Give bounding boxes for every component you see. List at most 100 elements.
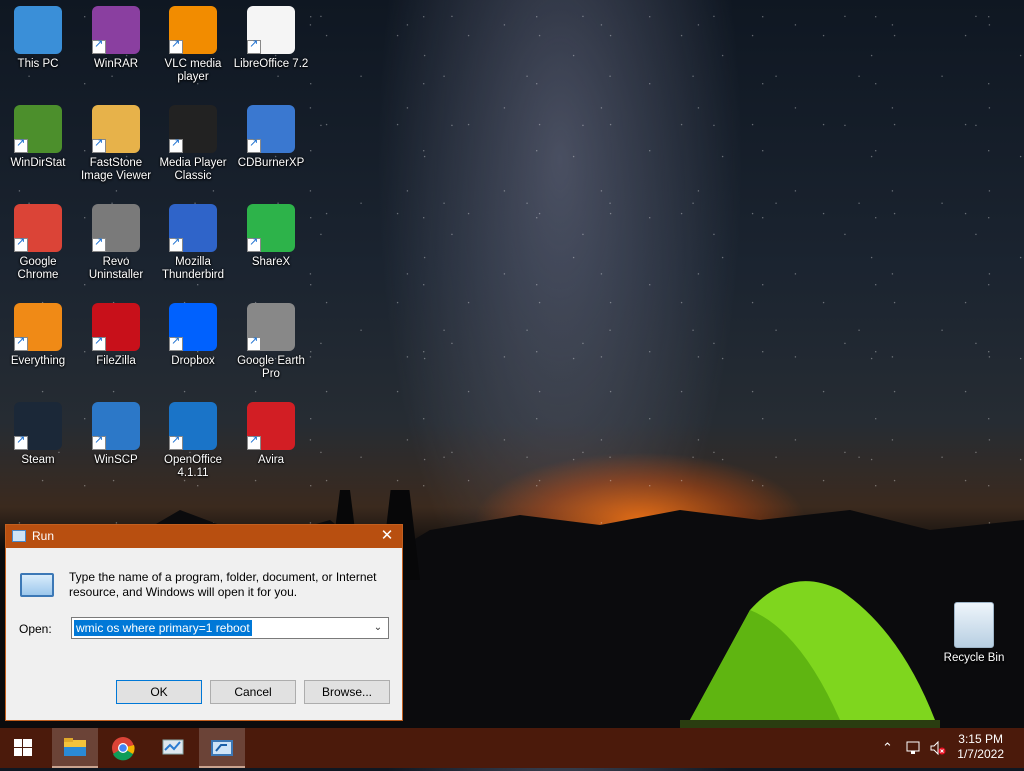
shortcut-arrow-icon: [14, 137, 28, 153]
chrome-icon: [112, 737, 135, 761]
desktop-icon-winrar[interactable]: WinRAR: [78, 6, 154, 71]
everything-icon: [14, 303, 62, 351]
run-icon: [12, 530, 26, 542]
computer-icon: [14, 6, 62, 54]
avira-icon: [247, 402, 295, 450]
desktop-icon-label: OpenOffice 4.1.11: [164, 454, 222, 479]
desktop-icon-cdburnerxp[interactable]: CDBurnerXP: [233, 105, 309, 170]
desktop-icon-recycle-bin[interactable]: Recycle Bin: [936, 602, 1012, 665]
desktop-icon-label: ShareX: [251, 256, 291, 268]
winrar-icon: [92, 6, 140, 54]
shortcut-arrow-icon: [92, 236, 106, 252]
desktop-icon-avira[interactable]: Avira: [233, 402, 309, 467]
vlc-icon: [169, 6, 217, 54]
cancel-button[interactable]: Cancel: [210, 680, 296, 704]
open-combobox[interactable]: wmic os where primary=1 reboot ⌄: [71, 617, 389, 639]
desktop-icon-label: Everything: [10, 355, 66, 367]
run-dialog: Run ✕ Type the name of a program, folder…: [5, 524, 403, 721]
start-icon: [14, 739, 32, 756]
shortcut-arrow-icon: [247, 38, 261, 54]
libreoffice-icon: [247, 6, 295, 54]
file-explorer-icon: [64, 738, 86, 756]
desktop-icon-dropbox[interactable]: Dropbox: [155, 303, 231, 368]
shortcut-arrow-icon: [169, 335, 183, 351]
chevron-down-icon[interactable]: ⌄: [371, 619, 385, 637]
dropbox-icon: [169, 303, 217, 351]
steam-icon: [14, 402, 62, 450]
browse-button[interactable]: Browse...: [304, 680, 390, 704]
shortcut-arrow-icon: [92, 137, 106, 153]
desktop-icon-label: Dropbox: [171, 355, 215, 367]
run-program-icon: [20, 573, 54, 597]
chrome-icon: [14, 204, 62, 252]
network-icon[interactable]: [905, 740, 923, 756]
desktop-icon-sharex[interactable]: ShareX: [233, 204, 309, 269]
taskbar-chrome[interactable]: [100, 728, 146, 768]
open-label: Open:: [19, 622, 52, 636]
run-description: Type the name of a program, folder, docu…: [69, 570, 377, 599]
shortcut-arrow-icon: [92, 38, 106, 54]
shortcut-arrow-icon: [247, 434, 261, 450]
shortcut-arrow-icon: [14, 335, 28, 351]
shortcut-arrow-icon: [92, 335, 106, 351]
faststone-icon: [92, 105, 140, 153]
taskbar-file-explorer[interactable]: [52, 728, 98, 768]
recycle-bin-icon: [954, 602, 994, 648]
desktop-icon-google-earth[interactable]: Google Earth Pro: [233, 303, 309, 381]
desktop-icon-faststone[interactable]: FastStone Image Viewer: [78, 105, 154, 183]
desktop-icon-computer[interactable]: This PC: [0, 6, 76, 71]
volume-muted-icon[interactable]: [929, 740, 947, 756]
desktop-icon-thunderbird[interactable]: Mozilla Thunderbird: [155, 204, 231, 282]
desktop-icon-label: Revo Uninstaller: [88, 256, 144, 281]
clock-date: 1/7/2022: [957, 747, 1004, 761]
desktop-icon-chrome[interactable]: Google Chrome: [0, 204, 76, 282]
desktop-icon-vlc[interactable]: VLC media player: [155, 6, 231, 84]
desktop-icon-openoffice[interactable]: OpenOffice 4.1.11: [155, 402, 231, 480]
revo-uninstaller-icon: [92, 204, 140, 252]
desktop-icon-label: WinRAR: [93, 58, 139, 70]
run-dialog-titlebar[interactable]: Run ✕: [6, 525, 402, 548]
desktop-icon-label: Steam: [21, 454, 55, 466]
desktop-icon-everything[interactable]: Everything: [0, 303, 76, 368]
taskbar-clock[interactable]: 3:15 PM 1/7/2022: [957, 732, 1004, 762]
ok-button[interactable]: OK: [116, 680, 202, 704]
shortcut-arrow-icon: [169, 236, 183, 252]
shortcut-arrow-icon: [169, 434, 183, 450]
desktop-icon-windirstat[interactable]: WinDirStat: [0, 105, 76, 170]
run-dialog-title: Run: [32, 529, 55, 543]
desktop-icon-label: Avira: [258, 454, 284, 466]
desktop-icon-steam[interactable]: Steam: [0, 402, 76, 467]
taskbar-control-panel[interactable]: [150, 728, 196, 768]
desktop-icon-label: FastStone Image Viewer: [80, 157, 152, 182]
media-player-classic-icon: [169, 105, 217, 153]
chevron-up-icon[interactable]: ⌃: [882, 740, 893, 756]
desktop-icon-label: CDBurnerXP: [237, 157, 305, 169]
shortcut-arrow-icon: [169, 137, 183, 153]
cdburnerxp-icon: [247, 105, 295, 153]
wallpaper-tent: [680, 581, 940, 730]
desktop-icon-label: This PC: [17, 58, 59, 70]
open-input[interactable]: wmic os where primary=1 reboot: [74, 620, 252, 636]
desktop-icon-winscp[interactable]: WinSCP: [78, 402, 154, 467]
start-button[interactable]: [0, 728, 46, 768]
desktop-icon-media-player-classic[interactable]: Media Player Classic: [155, 105, 231, 183]
shortcut-arrow-icon: [169, 38, 183, 54]
close-button[interactable]: ✕: [372, 525, 402, 548]
control-panel-icon: [162, 739, 184, 755]
desktop-icon-label: FileZilla: [96, 355, 136, 367]
taskbar-run[interactable]: [199, 728, 245, 768]
shortcut-arrow-icon: [14, 236, 28, 252]
winscp-icon: [92, 402, 140, 450]
desktop-icon-label: LibreOffice 7.2: [233, 58, 309, 70]
desktop-icon-label: Media Player Classic: [159, 157, 227, 182]
desktop-icon-revo-uninstaller[interactable]: Revo Uninstaller: [78, 204, 154, 282]
openoffice-icon: [169, 402, 217, 450]
desktop-icon-libreoffice[interactable]: LibreOffice 7.2: [233, 6, 309, 71]
desktop-icon-filezilla[interactable]: FileZilla: [78, 303, 154, 368]
windirstat-icon: [14, 105, 62, 153]
run-icon: [211, 740, 233, 756]
desktop-icon-label: Google Earth Pro: [237, 355, 305, 380]
desktop-icon-label: VLC media player: [164, 58, 222, 83]
google-earth-icon: [247, 303, 295, 351]
shortcut-arrow-icon: [247, 335, 261, 351]
